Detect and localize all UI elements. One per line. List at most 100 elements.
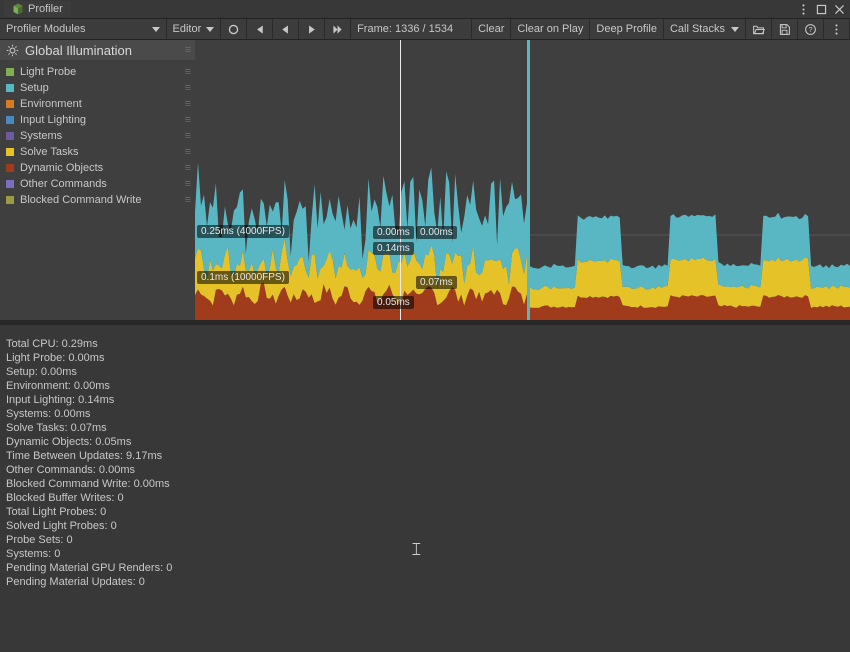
detail-line: Input Lighting: 0.14ms <box>6 393 844 407</box>
legend-label: Light Probe <box>20 66 76 78</box>
chart-svg <box>195 40 850 320</box>
legend-label: Environment <box>20 98 82 110</box>
legend: Light Probe≡Setup≡Environment≡Input Ligh… <box>0 60 195 208</box>
kebab-icon[interactable] <box>796 2 810 16</box>
color-swatch <box>6 116 14 124</box>
deep-profile-button[interactable]: Deep Profile <box>590 19 664 39</box>
grip-icon[interactable]: ≡ <box>185 194 189 206</box>
frame-prev-button[interactable] <box>273 19 299 39</box>
frame-next-button[interactable] <box>299 19 325 39</box>
details-pane: Total CPU: 0.29msLight Probe: 0.00msSetu… <box>0 325 850 652</box>
color-swatch <box>6 132 14 140</box>
main-area: Global Illumination ≡ Light Probe ≡ Setup ≡… <box>0 40 850 320</box>
detail-line: Blocked Buffer Writes: 0 <box>6 491 844 505</box>
legend-item[interactable]: Dynamic Objects ≡ <box>0 160 195 176</box>
chevron-down-icon <box>206 27 214 32</box>
frame-first-button[interactable] <box>247 19 273 39</box>
grip-icon[interactable]: ≡ <box>185 146 189 158</box>
record-icon <box>227 23 240 36</box>
detail-line: Systems: 0 <box>6 547 844 561</box>
module-header[interactable]: Global Illumination ≡ <box>0 40 195 60</box>
grip-icon[interactable]: ≡ <box>185 98 189 110</box>
close-icon[interactable] <box>832 2 846 16</box>
value-label: 0.14ms <box>373 242 414 255</box>
legend-label: Other Commands <box>20 178 107 190</box>
frame-label: Frame: 1336 / 1534 <box>357 23 453 35</box>
detail-line: Probe Sets: 0 <box>6 533 844 547</box>
kebab-icon <box>830 23 843 36</box>
detail-line: Other Commands: 0.00ms <box>6 463 844 477</box>
help-button[interactable]: ? <box>798 19 824 39</box>
frame-cursor[interactable] <box>400 40 401 320</box>
skip-first-icon <box>253 23 266 36</box>
grip-icon[interactable]: ≡ <box>185 162 189 174</box>
toolbar: Profiler Modules Editor Frame: 1336 / 15… <box>0 19 850 40</box>
profiler-modules-dropdown[interactable]: Profiler Modules <box>0 19 167 39</box>
deep-profile-label: Deep Profile <box>596 23 657 35</box>
legend-item[interactable]: Systems ≡ <box>0 128 195 144</box>
legend-item[interactable]: Blocked Command Write≡ <box>0 192 195 208</box>
grip-icon[interactable]: ≡ <box>185 82 189 94</box>
call-stacks-dropdown[interactable]: Call Stacks <box>664 19 746 39</box>
gridline-label: 0.1ms (10000FPS) <box>197 271 289 284</box>
detail-line: Light Probe: 0.00ms <box>6 351 844 365</box>
grip-icon[interactable]: ≡ <box>185 114 189 126</box>
gridline-label: 0.25ms (4000FPS) <box>197 225 289 238</box>
chart[interactable]: 0.25ms (4000FPS) 0.1ms (10000FPS) 0.00ms… <box>195 40 850 320</box>
detail-line: Pending Material GPU Renders: 0 <box>6 561 844 575</box>
prev-icon <box>279 23 292 36</box>
load-button[interactable] <box>746 19 772 39</box>
color-swatch <box>6 196 14 204</box>
detail-line: Dynamic Objects: 0.05ms <box>6 435 844 449</box>
legend-item[interactable]: Light Probe ≡ <box>0 64 195 80</box>
chevron-down-icon <box>152 27 160 32</box>
svg-text:?: ? <box>808 24 812 33</box>
detail-line: Time Between Updates: 9.17ms <box>6 449 844 463</box>
value-label: 0.00ms <box>416 226 457 239</box>
legend-item[interactable]: Solve Tasks≡ <box>0 144 195 160</box>
grip-icon[interactable]: ≡ <box>185 66 189 78</box>
detail-line: Blocked Command Write: 0.00ms <box>6 477 844 491</box>
legend-label: Input Lighting <box>20 114 86 126</box>
frame-last-button[interactable] <box>325 19 351 39</box>
detail-line: Environment: 0.00ms <box>6 379 844 393</box>
editor-dropdown[interactable]: Editor <box>167 19 222 39</box>
context-menu-button[interactable] <box>824 19 850 39</box>
grip-icon[interactable]: ≡ <box>185 44 189 56</box>
clear-label: Clear <box>478 23 504 35</box>
profiler-icon <box>12 3 24 15</box>
color-swatch <box>6 180 14 188</box>
legend-label: Systems <box>20 130 62 142</box>
maximize-icon[interactable] <box>814 2 828 16</box>
save-icon <box>778 23 791 36</box>
legend-item[interactable]: Input Lighting ≡ <box>0 112 195 128</box>
clear-button[interactable]: Clear <box>472 19 511 39</box>
legend-item[interactable]: Other Commands ≡ <box>0 176 195 192</box>
save-button[interactable] <box>772 19 798 39</box>
color-swatch <box>6 84 14 92</box>
gear-icon <box>6 44 19 57</box>
legend-item[interactable]: Setup ≡ <box>0 80 195 96</box>
detail-line: Total CPU: 0.29ms <box>6 337 844 351</box>
module-title: Global Illumination <box>25 43 132 58</box>
grip-icon[interactable]: ≡ <box>185 178 189 190</box>
detail-line: Pending Material Updates: 0 <box>6 575 844 589</box>
legend-label: Setup <box>20 82 49 94</box>
legend-label: Dynamic Objects <box>20 162 103 174</box>
window-tab[interactable]: Profiler <box>4 1 71 17</box>
color-swatch <box>6 100 14 108</box>
folder-open-icon <box>752 23 765 36</box>
clear-on-play-button[interactable]: Clear on Play <box>511 19 590 39</box>
value-label: 0.00ms <box>373 226 414 239</box>
sidebar: Global Illumination ≡ Light Probe ≡ Setup ≡… <box>0 40 195 320</box>
grip-icon[interactable]: ≡ <box>185 130 189 142</box>
value-label: 0.07ms <box>416 276 457 289</box>
detail-line: Solve Tasks: 0.07ms <box>6 421 844 435</box>
value-label: 0.05ms <box>373 296 414 309</box>
profiler-modules-label: Profiler Modules <box>6 23 85 35</box>
frame-readout: Frame: 1336 / 1534 <box>351 19 472 39</box>
record-button[interactable] <box>221 19 247 39</box>
legend-item[interactable]: Environment ≡ <box>0 96 195 112</box>
titlebar: Profiler <box>0 0 850 19</box>
text-cursor-icon: 𝙸 <box>410 539 423 560</box>
